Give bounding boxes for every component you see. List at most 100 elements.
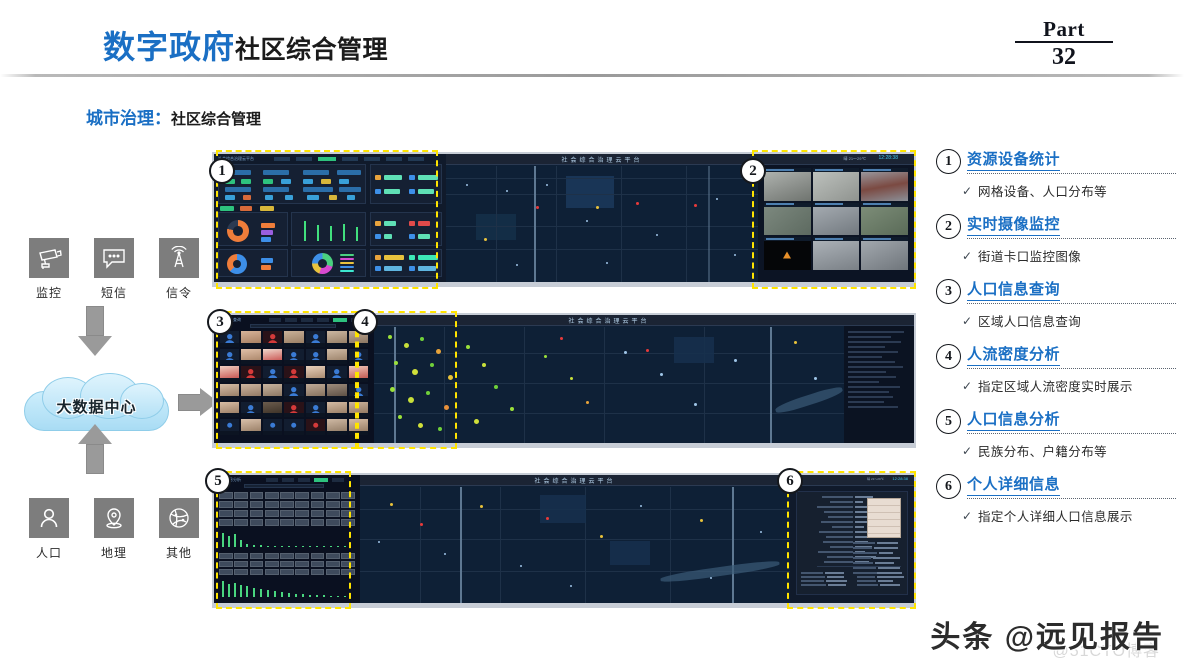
camera-feed[interactable] [812,237,860,270]
person-avatar[interactable] [327,384,347,400]
title-secondary: 社区综合管理 [235,36,389,64]
antenna-tower-icon [159,238,199,278]
crowd-density-map[interactable]: 社会综合治理云平台 [374,315,844,443]
person-avatar[interactable] [327,348,347,365]
globe-network-icon [159,498,199,538]
watermark-primary: 头条 @远见报告 [930,621,1164,654]
source-item-geography[interactable]: 地理 [94,498,134,561]
population-analysis-panel[interactable]: 人口信息分析 [214,475,360,603]
person-avatar[interactable] [262,401,283,418]
warning-icon [783,251,792,259]
person-avatar-placeholder[interactable] [305,419,326,435]
household-tile-grid[interactable] [219,553,355,575]
population-query-panel[interactable]: 人口信息查询 [214,315,374,443]
feature-title: 个人详细信息 [967,473,1061,496]
platform-topbar: 12:28:38 晴 21～29℃ [790,475,914,486]
feature-item-1: 1 资源设备统计 ✓ 网格设备、人口分布等 [936,148,1176,200]
person-avatar-placeholder[interactable] [262,331,283,347]
person-avatar-placeholder[interactable] [327,366,347,382]
title-primary: 数字政府 [103,29,236,65]
feature-item-2: 2 实时摄像监控 ✓ 街道卡口监控图像 [936,213,1176,265]
ethnicity-tile-grid[interactable] [219,492,355,526]
person-avatar[interactable] [327,401,347,418]
person-avatar-placeholder[interactable] [262,419,283,435]
feature-desc: 街道卡口监控图像 [978,250,1082,264]
screenshot-row-2[interactable]: 人口信息查询 [214,315,914,443]
source-item-sms[interactable]: 短信 [94,238,134,301]
person-avatar-placeholder[interactable] [284,348,304,365]
page-header: 数字政府社区综合管理 Part 32 [0,0,1184,77]
document-thumbnail[interactable] [867,498,901,538]
screenshot-row-2-frame: 人口信息查询 [212,313,916,448]
person-avatar[interactable] [220,401,240,418]
person-avatar-placeholder[interactable] [348,384,368,400]
person-avatar-grid[interactable] [220,331,368,435]
cctv-camera-icon [29,238,69,278]
camera-wall-panel[interactable]: 12:28:38 晴 21～29℃ [758,154,914,282]
info-side-panel[interactable] [844,315,914,443]
feature-title: 人口信息分析 [967,408,1061,431]
person-avatar[interactable] [327,419,347,435]
person-avatar[interactable] [241,419,261,435]
person-avatar[interactable] [348,366,368,382]
person-avatar[interactable] [262,384,283,400]
camera-feed[interactable] [861,237,908,270]
person-avatar-placeholder[interactable] [284,401,304,418]
person-avatar[interactable] [241,348,261,365]
source-item-monitor[interactable]: 监控 [29,238,69,301]
feature-badge: 6 [936,474,961,499]
person-avatar-placeholder[interactable] [284,419,304,435]
image-badge-2: 2 [740,158,766,184]
person-avatar-placeholder[interactable] [220,419,240,435]
source-item-population[interactable]: 人口 [29,498,69,561]
person-avatar-placeholder[interactable] [305,401,326,418]
person-avatar-placeholder[interactable] [284,384,304,400]
camera-grid[interactable] [764,168,908,270]
person-avatar[interactable] [241,384,261,400]
camera-feed[interactable] [861,202,908,236]
screenshot-row-3[interactable]: 人口信息分析 [214,475,914,603]
person-avatar-placeholder[interactable] [348,348,368,365]
source-label: 短信 [100,286,127,300]
person-avatar[interactable] [327,331,347,347]
person-avatar[interactable] [348,401,368,418]
person-avatar[interactable] [305,384,326,400]
camera-feed-offline[interactable] [764,237,811,270]
platform-title: 社会综合治理云平台 [561,158,643,164]
source-item-other[interactable]: 其他 [159,498,199,561]
person-detail-panel[interactable]: 12:28:38 晴 21～29℃ [790,475,914,603]
camera-feed[interactable] [764,202,811,236]
person-avatar-placeholder[interactable] [220,348,240,365]
person-avatar-placeholder[interactable] [284,366,304,382]
person-avatar[interactable] [284,331,304,347]
camera-feed[interactable] [812,168,860,201]
check-icon: ✓ [962,183,973,198]
camera-feed[interactable] [764,168,811,201]
screenshot-row-1[interactable]: 社会综合治理云平台 社会综合治理云平台 12:28:38 晴 21～29℃ [214,154,914,282]
platform-topbar [844,315,914,326]
person-avatar-placeholder[interactable] [305,348,326,365]
camera-feed[interactable] [861,168,908,201]
source-label: 人口 [35,546,62,560]
city-map-view-1[interactable]: 社会综合治理云平台 [446,154,758,282]
camera-feed[interactable] [812,202,860,236]
person-avatar-placeholder[interactable] [241,366,261,382]
person-avatar[interactable] [220,366,240,382]
person-avatar[interactable] [348,419,368,435]
check-icon: ✓ [962,378,973,393]
image-badge-3: 3 [207,309,233,335]
source-label: 监控 [35,286,62,300]
person-avatar-placeholder[interactable] [305,331,326,347]
city-map-view-3[interactable]: 社会综合治理云平台 [360,475,790,603]
person-avatar[interactable] [220,384,240,400]
image-badge-6: 6 [777,468,803,494]
person-avatar[interactable] [262,348,283,365]
person-avatar[interactable] [241,331,261,347]
person-avatar-placeholder[interactable] [241,401,261,418]
person-avatar-placeholder[interactable] [262,366,283,382]
person-avatar[interactable] [305,366,326,382]
clock-display: 12:28:38 [878,155,898,161]
clock-display: 12:28:38 [892,476,908,481]
check-icon: ✓ [962,443,973,458]
source-item-signaling[interactable]: 信令 [159,238,199,301]
